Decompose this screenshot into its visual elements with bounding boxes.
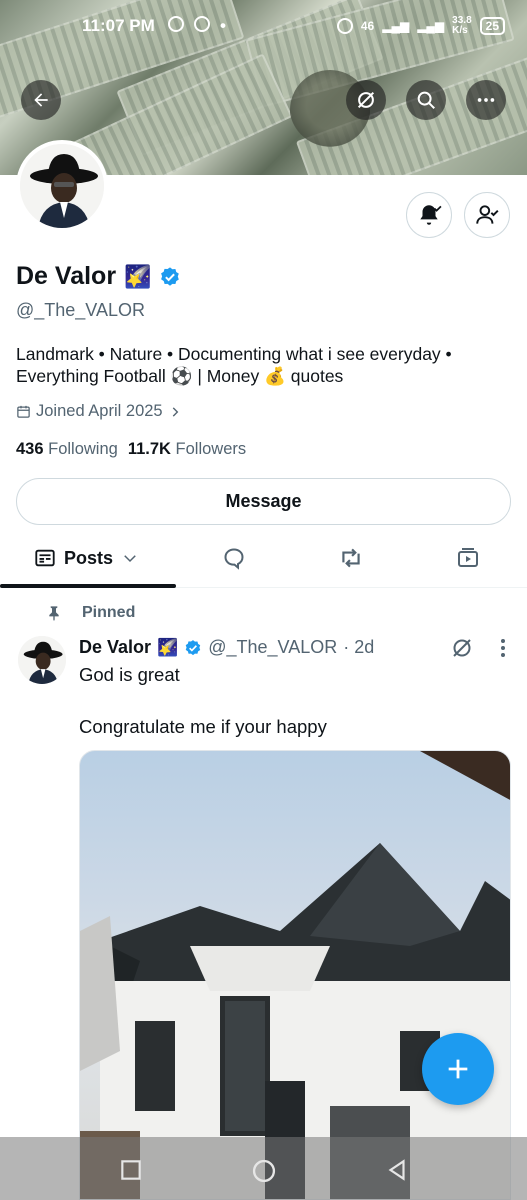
chevron-right-icon	[172, 406, 178, 417]
status-icons-left: •	[168, 16, 226, 36]
tab-reposts[interactable]	[338, 536, 364, 580]
active-tab-indicator	[0, 584, 176, 588]
more-horizontal-icon	[477, 98, 495, 102]
status-time: 11:07 PM	[82, 16, 155, 35]
settings-icon	[194, 16, 210, 32]
post-author-handle[interactable]: @_The_VALOR	[208, 637, 337, 658]
back-button[interactable]	[21, 80, 61, 120]
battery-level: 25	[485, 19, 499, 33]
profile-bio: Landmark • Nature • Documenting what i s…	[16, 343, 511, 387]
grok-icon[interactable]	[450, 636, 474, 660]
bio-line: Landmark • Nature • Documenting what i s…	[16, 344, 452, 364]
repost-icon	[342, 548, 360, 568]
tab-posts-label: Posts	[64, 547, 114, 568]
signal-icon: ▂▄▆	[417, 19, 445, 33]
tab-replies[interactable]	[222, 536, 246, 580]
calendar-icon	[17, 405, 30, 418]
tab-media[interactable]	[456, 536, 480, 580]
message-button[interactable]: Message	[16, 478, 511, 525]
signal-icon: ▂▄▆	[382, 19, 410, 33]
following-count: 436	[16, 440, 44, 458]
grok-button[interactable]	[346, 80, 386, 120]
joined-label: Joined April 2025	[36, 402, 163, 420]
house-photo	[80, 751, 510, 1199]
profile-name: De Valor	[16, 262, 117, 290]
avatar-illustration	[18, 636, 66, 684]
post-image[interactable]	[79, 750, 511, 1200]
speed-label: 33.8 K/s	[452, 15, 472, 36]
search-icon	[417, 91, 435, 109]
pinned-indicator: Pinned	[46, 604, 135, 622]
more-button[interactable]	[466, 80, 506, 120]
joined-date[interactable]: Joined April 2025	[16, 402, 182, 421]
recent-apps-icon[interactable]	[118, 1157, 144, 1183]
back-nav-icon[interactable]	[384, 1157, 410, 1183]
post-avatar[interactable]	[18, 636, 66, 684]
plus-icon	[448, 1059, 468, 1079]
dot-icon: •	[220, 16, 226, 35]
bell-check-icon	[420, 205, 442, 225]
post-text: Congratulate me if your happy	[79, 716, 327, 737]
pin-icon	[49, 606, 59, 621]
shooting-star-emoji: 🌠	[157, 637, 179, 657]
tab-posts[interactable]: Posts	[34, 536, 139, 580]
compose-button[interactable]	[422, 1033, 494, 1105]
media-icon	[458, 548, 478, 567]
post-actions	[450, 636, 506, 660]
post-time: · 2d	[343, 637, 375, 657]
shooting-star-emoji: 🌠	[124, 263, 152, 289]
alarm-icon	[336, 18, 353, 34]
following-link[interactable]: 436 Following	[16, 440, 118, 459]
post-text: God is great	[79, 664, 180, 685]
user-check-icon	[476, 205, 499, 224]
notifications-subscribe-button[interactable]	[406, 192, 452, 238]
post-author-name[interactable]: De Valor	[79, 637, 151, 658]
follow-stats: 436 Following 11.7K Followers	[16, 440, 246, 459]
avatar-illustration	[20, 144, 104, 228]
followers-link[interactable]: 11.7K Followers	[128, 440, 246, 459]
arrow-left-icon	[34, 93, 48, 107]
followers-count: 11.7K	[127, 440, 171, 458]
notification-icon	[168, 16, 184, 32]
posts-icon	[35, 549, 55, 567]
post-header: De Valor 🌠 @_The_VALOR · 2d	[79, 637, 374, 658]
system-nav-bar	[0, 1137, 527, 1200]
chevron-down-icon	[124, 555, 136, 563]
bio-line: Everything Football ⚽ | Money 💰 quotes	[16, 366, 344, 386]
grok-icon	[357, 91, 375, 109]
profile-tabs: Posts	[0, 536, 527, 588]
followers-label: Followers	[175, 440, 247, 458]
profile-name-row: De Valor 🌠	[16, 262, 181, 291]
search-button[interactable]	[406, 80, 446, 120]
verified-badge-icon[interactable]	[159, 266, 181, 288]
battery-icon: 25	[479, 17, 505, 35]
status-bar: 11:07 PM • 46 ▂▄▆ ▂▄▆ 33.8 K/s 25	[0, 14, 527, 42]
network-label: 46	[360, 19, 375, 33]
status-icons-right: 46 ▂▄▆ ▂▄▆ 33.8 K/s 25	[336, 15, 505, 36]
following-button[interactable]	[464, 192, 510, 238]
pinned-label: Pinned	[82, 604, 136, 621]
home-icon[interactable]	[250, 1157, 278, 1185]
profile-handle: @_The_VALOR	[16, 300, 145, 320]
verified-badge-icon	[185, 639, 201, 655]
following-label: Following	[48, 440, 118, 458]
more-vertical-icon[interactable]	[500, 638, 506, 658]
profile-avatar[interactable]	[16, 140, 108, 232]
reply-bubble-icon	[224, 548, 244, 570]
